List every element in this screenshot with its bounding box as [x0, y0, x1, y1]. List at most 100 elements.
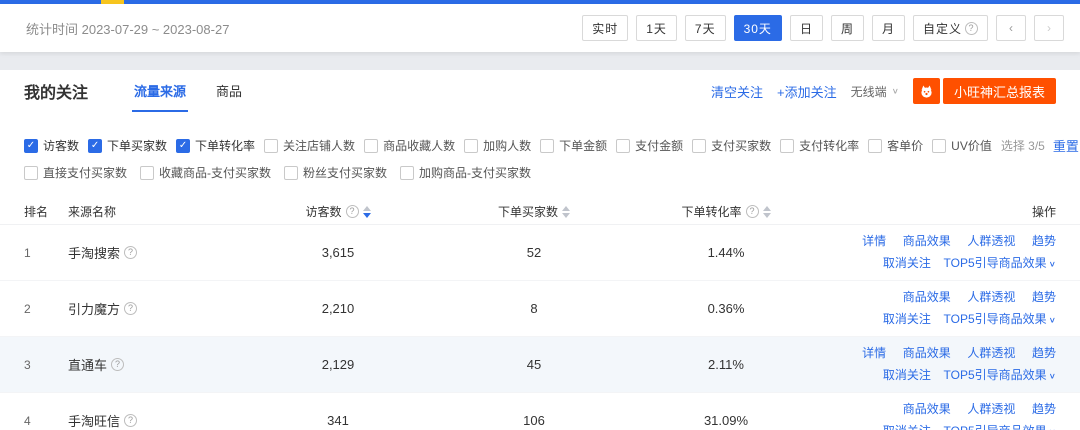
metric-selector: ✓访客数 ✓下单买家数 ✓下单转化率 ✓关注店铺人数 ✓商品收藏人数 ✓加购人数… [0, 112, 1080, 181]
trend-link[interactable]: 趋势 [1032, 290, 1056, 304]
terminal-select[interactable]: 无线端 ∨ [851, 83, 899, 100]
product-effect-link[interactable]: 商品效果 [903, 290, 951, 304]
metric-visitors[interactable]: ✓访客数 [24, 137, 79, 154]
metric-shop-followers[interactable]: ✓关注店铺人数 [264, 137, 355, 154]
trend-link[interactable]: 趋势 [1032, 234, 1056, 248]
tab-traffic-source[interactable]: 流量来源 [132, 70, 188, 112]
top5-products-link[interactable]: TOP5引导商品效果∨ [944, 368, 1056, 382]
range-prev-button[interactable]: ‹ [996, 15, 1026, 41]
checkbox-icon: ✓ [616, 139, 630, 153]
checkbox-icon: ✓ [780, 139, 794, 153]
product-effect-link[interactable]: 商品效果 [903, 234, 951, 248]
chevron-down-icon: ∨ [892, 87, 899, 96]
top5-products-link[interactable]: TOP5引导商品效果∨ [944, 312, 1056, 326]
rank-cell: 2 [24, 302, 68, 316]
rank-cell: 3 [24, 358, 68, 372]
trend-link[interactable]: 趋势 [1032, 402, 1056, 416]
sort-icon [562, 206, 570, 218]
cancel-focus-link[interactable]: 取消关注 [883, 368, 931, 382]
cancel-focus-link[interactable]: 取消关注 [883, 424, 931, 430]
cancel-focus-link[interactable]: 取消关注 [883, 312, 931, 326]
clear-focus-link[interactable]: 清空关注 [711, 82, 763, 101]
visitors-sort-control[interactable]: 访客数 ? [305, 203, 370, 220]
help-icon: ? [111, 358, 124, 371]
checkbox-icon: ✓ [284, 166, 298, 180]
metric-fans-pay-buyers[interactable]: ✓粉丝支付买家数 [284, 164, 387, 181]
range-next-button[interactable]: › [1034, 15, 1064, 41]
sort-icon [763, 206, 771, 218]
terminal-select-value: 无线端 [851, 83, 887, 100]
order-buyers-sort-control[interactable]: 下单买家数 [498, 203, 570, 220]
metric-order-amount[interactable]: ✓下单金额 [540, 137, 607, 154]
focus-sources-table: 排名 来源名称 访客数 ? 下单买家数 下单转化率 ? [0, 199, 1080, 430]
metric-row-2: ✓直接支付买家数 ✓收藏商品-支付买家数 ✓粉丝支付买家数 ✓加购商品-支付买家… [24, 164, 1056, 181]
metric-collect-pay-buyers[interactable]: ✓收藏商品-支付买家数 [140, 164, 271, 181]
order-conversion-sort-control[interactable]: 下单转化率 ? [681, 203, 770, 220]
cancel-focus-link[interactable]: 取消关注 [883, 256, 931, 270]
actions-cell: 详情 商品效果 人群透视 趋势 取消关注 TOP5引导商品效果∨ [830, 230, 1056, 275]
range-day-button[interactable]: 日 [790, 15, 823, 41]
audience-insight-link[interactable]: 人群透视 [967, 234, 1015, 248]
help-icon: ? [124, 246, 137, 259]
tabs: 流量来源 商品 [132, 70, 244, 112]
tab-products[interactable]: 商品 [214, 70, 244, 112]
visitors-cell: 3,615 [230, 245, 446, 260]
top5-products-link[interactable]: TOP5引导商品效果∨ [944, 424, 1056, 430]
metric-order-buyers[interactable]: ✓下单买家数 [88, 137, 167, 154]
audience-insight-link[interactable]: 人群透视 [967, 402, 1015, 416]
range-week-button[interactable]: 周 [831, 15, 864, 41]
metric-item-collectors[interactable]: ✓商品收藏人数 [364, 137, 455, 154]
checkbox-checked-icon: ✓ [88, 139, 102, 153]
audience-insight-link[interactable]: 人群透视 [967, 346, 1015, 360]
actions-cell: 商品效果 人群透视 趋势 取消关注 TOP5引导商品效果∨ [830, 286, 1056, 331]
checkbox-icon: ✓ [140, 166, 154, 180]
source-name-cell: 直通车 ? [68, 355, 230, 374]
metric-order-conversion[interactable]: ✓下单转化率 [176, 137, 255, 154]
metric-avg-order-value[interactable]: ✓客单价 [868, 137, 923, 154]
visitors-cell: 2,210 [230, 301, 446, 316]
reset-link[interactable]: 重置 [1053, 136, 1079, 155]
metric-pay-buyers[interactable]: ✓支付买家数 [692, 137, 771, 154]
order-buyers-cell: 106 [446, 413, 622, 428]
checkbox-icon: ✓ [24, 166, 38, 180]
trend-link[interactable]: 趋势 [1032, 346, 1056, 360]
order-conversion-cell: 31.09% [622, 413, 830, 428]
metric-pay-conversion[interactable]: ✓支付转化率 [780, 137, 859, 154]
section-header-actions: 清空关注 +添加关注 无线端 ∨ 小旺神汇总报表 [711, 78, 1056, 104]
detail-link[interactable]: 详情 [862, 234, 886, 248]
detail-link[interactable]: 详情 [862, 346, 886, 360]
range-custom-button[interactable]: 自定义 ? [913, 15, 988, 41]
metric-cart-pay-buyers[interactable]: ✓加购商品-支付买家数 [400, 164, 531, 181]
range-realtime-button[interactable]: 实时 [582, 15, 628, 41]
metric-direct-pay-buyers[interactable]: ✓直接支付买家数 [24, 164, 127, 181]
order-buyers-cell: 52 [446, 245, 622, 260]
range-button-group: 实时 1天 7天 30天 日 周 月 自定义 ? ‹ › [582, 15, 1064, 41]
table-row: 3 直通车 ? 2,129 45 2.11% 详情 商品效果 人群透视 趋势 取… [0, 337, 1080, 393]
audience-insight-link[interactable]: 人群透视 [967, 290, 1015, 304]
rank-cell: 4 [24, 414, 68, 428]
range-7d-button[interactable]: 7天 [685, 15, 726, 41]
wangshen-report-button[interactable]: 小旺神汇总报表 [943, 78, 1056, 104]
selection-count: 选择 3/5 [1001, 137, 1045, 154]
help-icon: ? [965, 22, 978, 35]
order-conversion-cell: 0.36% [622, 301, 830, 316]
range-1d-button[interactable]: 1天 [636, 15, 677, 41]
metric-pay-amount[interactable]: ✓支付金额 [616, 137, 683, 154]
product-effect-link[interactable]: 商品效果 [903, 402, 951, 416]
checkbox-icon: ✓ [464, 139, 478, 153]
metric-cart-adders[interactable]: ✓加购人数 [464, 137, 531, 154]
range-month-button[interactable]: 月 [872, 15, 905, 41]
table-row: 4 手淘旺信 ? 341 106 31.09% 商品效果 人群透视 趋势 取消关… [0, 393, 1080, 430]
chevron-down-icon: ∨ [1049, 368, 1056, 385]
table-row: 2 引力魔方 ? 2,210 8 0.36% 商品效果 人群透视 趋势 取消关注… [0, 281, 1080, 337]
range-30d-button[interactable]: 30天 [734, 15, 782, 41]
chevron-down-icon: ∨ [1049, 256, 1056, 273]
checkbox-icon: ✓ [692, 139, 706, 153]
selection-info: 选择 3/5 重置 [1001, 136, 1079, 155]
add-focus-link[interactable]: +添加关注 [777, 82, 837, 101]
metric-uv-value[interactable]: ✓UV价值 [932, 137, 992, 154]
product-effect-link[interactable]: 商品效果 [903, 346, 951, 360]
order-buyers-cell: 8 [446, 301, 622, 316]
wangshen-mascot-button[interactable] [913, 78, 940, 104]
top5-products-link[interactable]: TOP5引导商品效果∨ [944, 256, 1056, 270]
